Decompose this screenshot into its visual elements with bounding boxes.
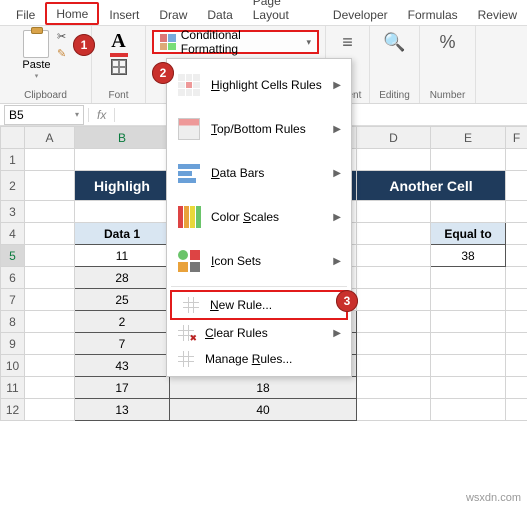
data-bars-icon — [177, 161, 201, 185]
menu-top-bottom-rules[interactable]: Top/Bottom Rules ▶ — [167, 107, 351, 151]
col-A[interactable]: A — [25, 127, 75, 149]
top-bottom-icon — [177, 117, 201, 141]
menu-label: Highlight Cells Rules — [211, 78, 323, 92]
new-rule-icon — [182, 296, 200, 314]
col-E[interactable]: E — [431, 127, 506, 149]
manage-rules-icon — [177, 350, 195, 368]
tab-page-layout[interactable]: Page Layout — [243, 0, 323, 25]
chevron-right-icon: ▶ — [333, 168, 341, 179]
menu-manage-rules[interactable]: Manage Rules... — [167, 346, 351, 372]
cell-C12[interactable]: 40 — [170, 399, 357, 421]
paste-button[interactable]: Paste ▾ — [22, 30, 50, 80]
group-font: A Font — [92, 26, 146, 103]
percent-icon[interactable]: % — [436, 30, 460, 54]
watermark: wsxdn.com — [466, 492, 521, 504]
cell-B12[interactable]: 13 — [75, 399, 170, 421]
cell-B7[interactable]: 25 — [75, 289, 170, 311]
header-data1: Data 1 — [75, 223, 170, 245]
col-F[interactable]: F — [506, 127, 527, 149]
menu-label: New Rule... — [210, 298, 336, 312]
header-equal-to: Equal to — [431, 223, 506, 245]
font-color-button[interactable]: A — [110, 30, 128, 57]
menu-label: Top/Bottom Rules — [211, 122, 323, 136]
cell-C11[interactable]: 18 — [170, 377, 357, 399]
paste-label: Paste — [22, 59, 50, 71]
clear-rules-icon — [177, 324, 195, 342]
cell-B9[interactable]: 7 — [75, 333, 170, 355]
alignment-icon[interactable]: ≡ — [336, 30, 360, 54]
name-box[interactable]: B5 ▾ — [4, 105, 84, 125]
tab-review[interactable]: Review — [468, 4, 527, 25]
menu-color-scales[interactable]: Color Scales ▶ — [167, 195, 351, 239]
cell-B5[interactable]: 11 — [75, 245, 170, 267]
highlight-cells-icon — [177, 73, 201, 97]
conditional-formatting-icon — [160, 34, 176, 50]
cell-B6[interactable]: 28 — [75, 267, 170, 289]
tab-draw[interactable]: Draw — [149, 4, 197, 25]
menu-label: Data Bars — [211, 166, 323, 180]
chevron-down-icon: ▾ — [306, 37, 311, 48]
menu-label: Manage Rules... — [205, 352, 341, 366]
name-box-value: B5 — [9, 108, 24, 122]
font-color-swatch — [110, 53, 128, 57]
cell-F5[interactable]: 38 — [431, 245, 506, 267]
chevron-down-icon: ▾ — [75, 110, 79, 119]
tab-developer[interactable]: Developer — [323, 4, 398, 25]
callout-2: 2 — [152, 62, 174, 84]
chevron-right-icon: ▶ — [333, 124, 341, 135]
group-label-editing: Editing — [379, 90, 410, 101]
menu-highlight-cells-rules[interactable]: Highlight Cells Rules ▶ — [167, 63, 351, 107]
chevron-right-icon: ▶ — [333, 212, 341, 223]
conditional-formatting-menu: Highlight Cells Rules ▶ Top/Bottom Rules… — [166, 58, 352, 377]
col-D[interactable]: D — [357, 127, 431, 149]
callout-3: 3 — [336, 290, 358, 312]
group-label-number: Number — [430, 90, 466, 101]
find-icon[interactable]: 🔍 — [383, 30, 407, 54]
menu-label: Icon Sets — [211, 254, 323, 268]
menu-label: Clear Rules — [205, 326, 323, 340]
cut-icon[interactable]: ✂ — [55, 30, 69, 44]
menu-label: Color Scales — [211, 210, 323, 224]
group-label-clipboard: Clipboard — [24, 90, 67, 101]
tab-home[interactable]: Home — [45, 2, 99, 25]
col-B[interactable]: B — [75, 127, 170, 149]
menu-separator — [171, 286, 347, 287]
cell-B8[interactable]: 2 — [75, 311, 170, 333]
group-editing: 🔍 Editing — [370, 26, 420, 103]
chevron-down-icon: ▾ — [35, 72, 39, 80]
title-cell-right: Another Cell — [357, 171, 506, 201]
group-number: % Number — [420, 26, 476, 103]
tab-formulas[interactable]: Formulas — [398, 4, 468, 25]
row-12: 121340 — [1, 399, 527, 421]
cell-B10[interactable]: 43 — [75, 355, 170, 377]
tab-data[interactable]: Data — [197, 4, 242, 25]
row-11: 111718 — [1, 377, 527, 399]
tab-insert[interactable]: Insert — [99, 4, 149, 25]
conditional-formatting-button[interactable]: Conditional Formatting ▾ — [152, 30, 319, 54]
icon-sets-icon — [177, 249, 201, 273]
callout-1: 1 — [73, 34, 95, 56]
paste-icon — [23, 30, 49, 58]
menu-new-rule[interactable]: New Rule... — [170, 290, 348, 320]
select-all[interactable] — [1, 127, 25, 149]
format-painter-icon[interactable]: ✎ — [55, 47, 69, 61]
color-scales-icon — [177, 205, 201, 229]
borders-icon[interactable] — [111, 59, 127, 75]
menu-clear-rules[interactable]: Clear Rules ▶ — [167, 320, 351, 346]
title-cell-left: Highligh — [75, 171, 170, 201]
conditional-formatting-label: Conditional Formatting — [181, 28, 300, 56]
chevron-right-icon: ▶ — [333, 328, 341, 339]
menu-icon-sets[interactable]: Icon Sets ▶ — [167, 239, 351, 283]
tab-file[interactable]: File — [6, 4, 45, 25]
chevron-right-icon: ▶ — [333, 256, 341, 267]
fx-icon[interactable]: fx — [88, 108, 115, 122]
group-label-font: Font — [108, 90, 128, 101]
menu-data-bars[interactable]: Data Bars ▶ — [167, 151, 351, 195]
chevron-right-icon: ▶ — [333, 80, 341, 91]
font-a-icon: A — [111, 30, 125, 53]
ribbon-tabs: File Home Insert Draw Data Page Layout D… — [0, 0, 527, 26]
cell-B11[interactable]: 17 — [75, 377, 170, 399]
